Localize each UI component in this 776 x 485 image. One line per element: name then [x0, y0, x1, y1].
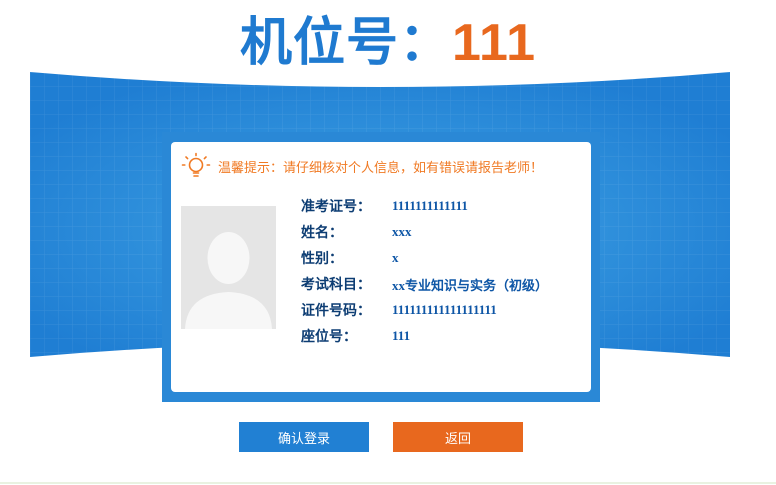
- info-row-gender: 性别： x: [301, 245, 548, 271]
- info-row-subject: 考试科目： xx专业知识与实务（初级）: [301, 271, 548, 297]
- notice-bar: 温馨提示：请仔细核对个人信息，如有错误请报告老师！: [180, 152, 543, 180]
- page-title: 机位号：111: [0, 12, 776, 74]
- confirm-login-button[interactable]: 确认登录: [239, 422, 369, 452]
- field-label: 证件号码：: [301, 303, 371, 319]
- field-value: 111: [392, 328, 411, 343]
- field-value: x: [392, 250, 399, 265]
- lightbulb-icon: [181, 152, 211, 177]
- candidate-info: 准考证号： 1111111111111 姓名： xxx 性别： x 考试科目： …: [301, 193, 548, 349]
- info-row-admission-number: 准考证号： 1111111111111: [301, 193, 548, 219]
- field-value: xx专业知识与实务（初级）: [392, 277, 549, 293]
- field-value: xxx: [392, 224, 412, 239]
- field-label: 性别：: [301, 251, 343, 267]
- field-label: 姓名：: [301, 225, 343, 241]
- info-row-name: 姓名： xxx: [301, 219, 548, 245]
- field-value: 111111111111111111: [392, 302, 497, 317]
- info-row-seat: 座位号： 111: [301, 323, 548, 349]
- field-value: 1111111111111: [392, 198, 468, 213]
- avatar-placeholder: [181, 206, 276, 329]
- info-row-id-number: 证件号码： 111111111111111111: [301, 297, 548, 323]
- field-label: 准考证号：: [301, 199, 371, 215]
- field-label: 考试科目：: [301, 277, 371, 293]
- notice-text: 温馨提示：请仔细核对个人信息，如有错误请报告老师！: [218, 160, 544, 176]
- seat-number: 111: [451, 14, 537, 72]
- back-button[interactable]: 返回: [393, 422, 523, 452]
- field-label: 座位号：: [301, 329, 357, 345]
- seat-label: 机位号：: [239, 13, 452, 73]
- footer-divider: [0, 482, 776, 484]
